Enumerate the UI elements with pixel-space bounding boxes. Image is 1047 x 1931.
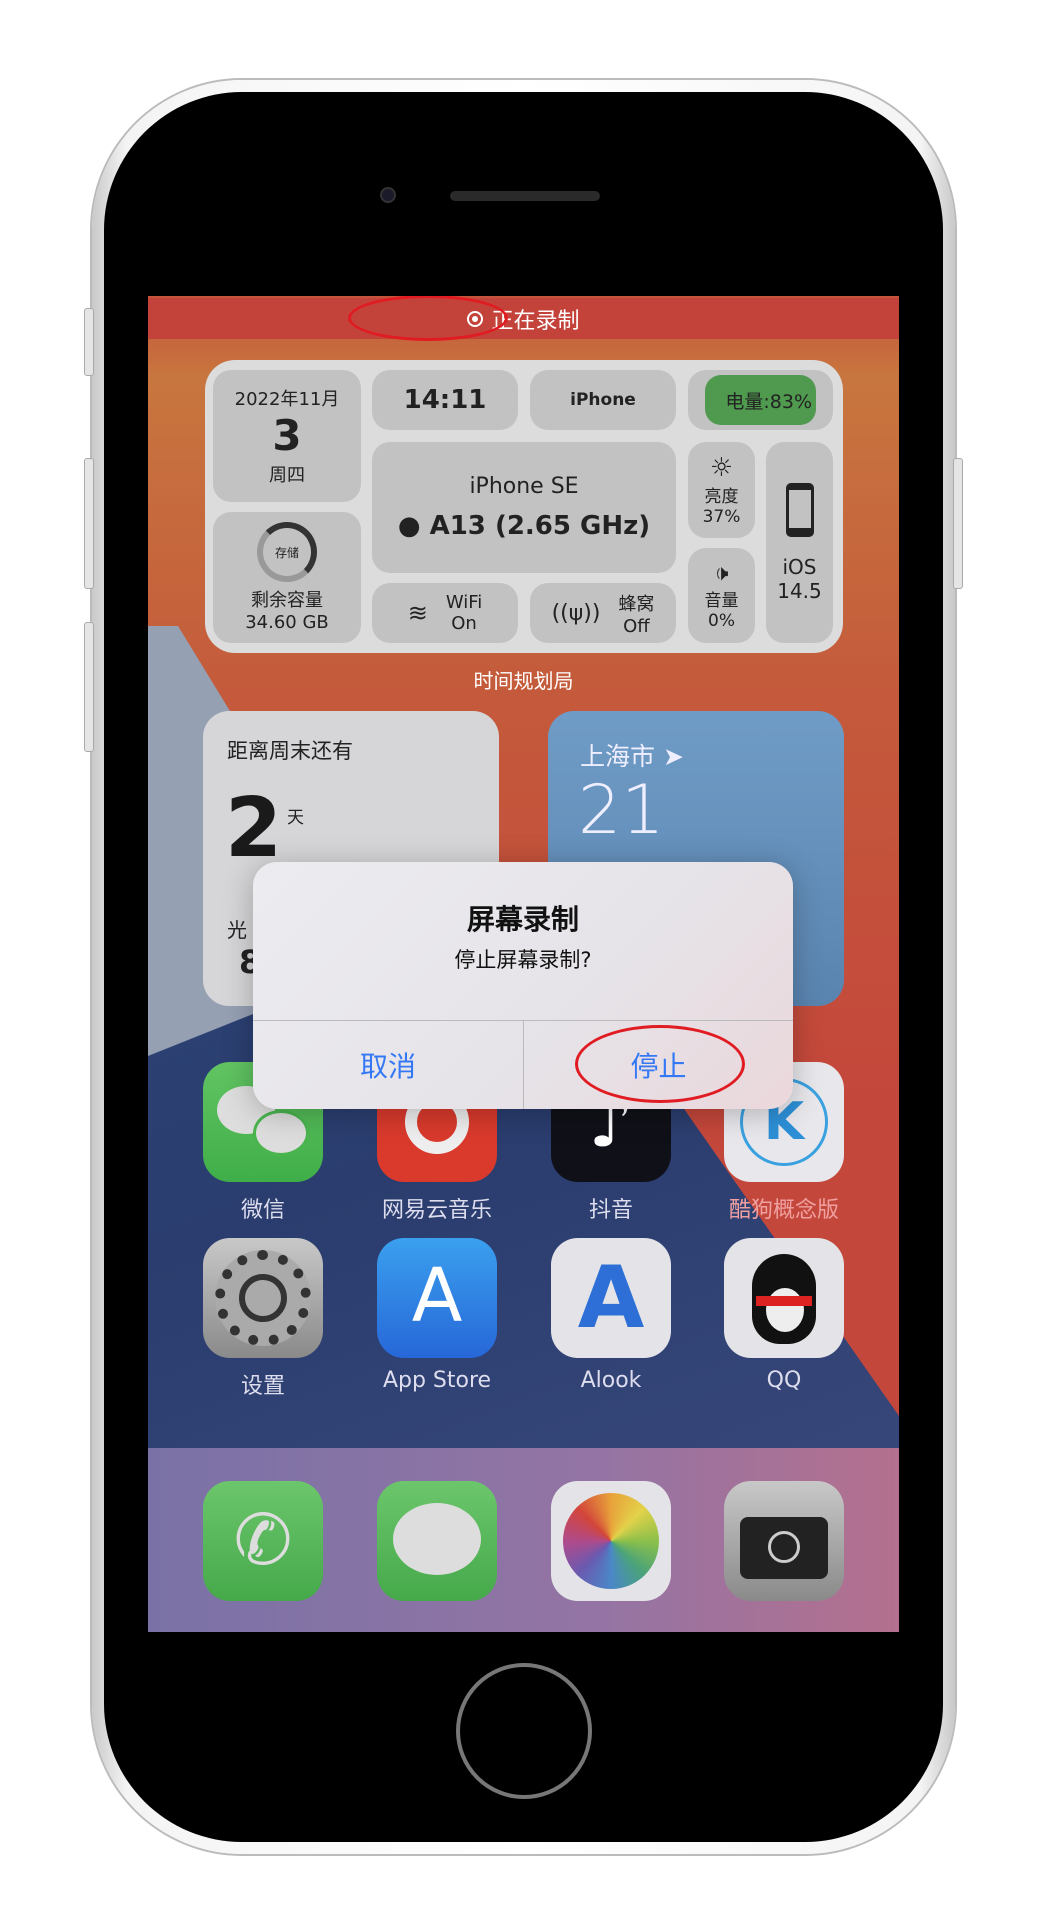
app-label-wechat: 微信 xyxy=(240,1198,285,1223)
app-label-alook: Alook xyxy=(580,1368,642,1393)
chip-name: A13 (2.65 GHz) xyxy=(429,511,651,541)
wifi-tile: ≋ WiFi On xyxy=(372,583,518,643)
weather-city: 上海市 xyxy=(580,742,656,771)
brightness-value: 37% xyxy=(702,506,741,527)
storage-label: 剩余容量 xyxy=(251,590,323,611)
screen-recording-bar[interactable]: 正在录制 xyxy=(148,298,899,339)
speaker-icon: 🕩 xyxy=(714,560,729,586)
messages-icon[interactable] xyxy=(377,1481,497,1601)
os-version: 14.5 xyxy=(777,578,822,603)
alook-icon[interactable]: A xyxy=(551,1238,671,1358)
phone-icon[interactable]: ✆ xyxy=(203,1481,323,1601)
cellular-label: 蜂窝 xyxy=(618,593,655,615)
date-tile: 2022年11月 3 周四 xyxy=(213,370,361,502)
dock: ✆ xyxy=(148,1448,899,1632)
os-tile: iOS 14.5 xyxy=(766,442,833,643)
countdown-sub-label: 光 xyxy=(227,918,247,942)
app-label-settings: 设置 xyxy=(240,1374,285,1399)
app-label-netease: 网易云音乐 xyxy=(381,1198,492,1223)
battery-pill: 电量:83% xyxy=(705,375,816,425)
qq-icon[interactable] xyxy=(724,1238,844,1358)
brightness-label: 亮度 xyxy=(704,486,739,507)
device-name: iPhone xyxy=(570,390,636,410)
battery-tile: 电量:83% xyxy=(688,370,833,430)
app-label-qq: QQ xyxy=(766,1368,802,1393)
dialog-message: 停止屏幕录制? xyxy=(454,948,592,972)
volume-tile: 🕩 音量 0% xyxy=(688,548,755,643)
cellular-tile: ((ψ)) 蜂窝 Off xyxy=(530,583,676,643)
app-store-icon[interactable]: A xyxy=(377,1238,497,1358)
stop-recording-dialog: 屏幕录制 停止屏幕录制? 取消 停止 xyxy=(253,862,793,1109)
annotation-circle xyxy=(575,1025,745,1103)
volume-label: 音量 xyxy=(704,590,739,611)
model-name: iPhone SE xyxy=(469,474,579,499)
storage-ring-label: 存储 xyxy=(274,545,299,560)
volume-down-button[interactable] xyxy=(84,622,94,752)
wifi-value: On xyxy=(451,613,477,634)
front-camera xyxy=(380,187,396,203)
volume-up-button[interactable] xyxy=(84,458,94,589)
settings-icon[interactable] xyxy=(203,1238,323,1358)
year-month: 2022年11月 xyxy=(234,389,340,410)
weekday: 周四 xyxy=(269,465,305,486)
widget-app-label: 时间规划局 xyxy=(473,669,574,693)
time: 14:11 xyxy=(403,385,487,415)
power-button[interactable] xyxy=(953,458,963,589)
weather-temp: 21 xyxy=(578,771,665,850)
storage-ring: 存储 xyxy=(257,522,317,582)
camera-icon[interactable] xyxy=(724,1481,844,1601)
day: 3 xyxy=(272,411,302,460)
annotation-circle xyxy=(348,296,508,341)
home-screen: 正在录制 2022年11月 3 周四 存储 剩余容量 34.60 GB 14:1… xyxy=(148,296,899,1632)
storage-tile: 存储 剩余容量 34.60 GB xyxy=(213,512,361,643)
app-label-douyin: 抖音 xyxy=(588,1198,633,1223)
wifi-icon: ≋ xyxy=(407,599,428,627)
earpiece-speaker xyxy=(450,191,600,201)
volume-value: 0% xyxy=(708,610,735,631)
wifi-label: WiFi xyxy=(445,592,483,613)
model-tile: iPhone SE ● A13 (2.65 GHz) xyxy=(372,442,676,573)
countdown-unit: 天 xyxy=(287,808,304,828)
apple-logo-icon: ● xyxy=(397,511,421,541)
cancel-button[interactable]: 取消 xyxy=(253,1021,523,1109)
photos-icon[interactable] xyxy=(551,1481,671,1601)
device-info-widget[interactable]: 2022年11月 3 周四 存储 剩余容量 34.60 GB 14:11 iPh… xyxy=(205,360,843,653)
app-label-kugou: 酷狗概念版 xyxy=(728,1198,839,1223)
countdown-title: 距离周末还有 xyxy=(227,739,353,763)
mute-switch[interactable] xyxy=(84,308,94,376)
dialog-title: 屏幕录制 xyxy=(466,903,579,936)
sun-icon: ☼ xyxy=(709,452,734,483)
storage-value: 34.60 GB xyxy=(245,612,329,633)
os-name: iOS xyxy=(782,554,817,579)
cellular-value: Off xyxy=(623,615,650,637)
brightness-tile: ☼ 亮度 37% xyxy=(688,442,755,538)
phone-device-icon xyxy=(785,482,814,537)
device-name-tile: iPhone xyxy=(530,370,676,430)
location-arrow-icon: ➤ xyxy=(662,742,684,771)
time-tile: 14:11 xyxy=(372,370,518,430)
cellular-antenna-icon: ((ψ)) xyxy=(551,600,601,626)
app-label-app-store: App Store xyxy=(382,1368,492,1393)
home-button[interactable] xyxy=(456,1663,592,1799)
battery-label: 电量:83% xyxy=(725,390,812,413)
